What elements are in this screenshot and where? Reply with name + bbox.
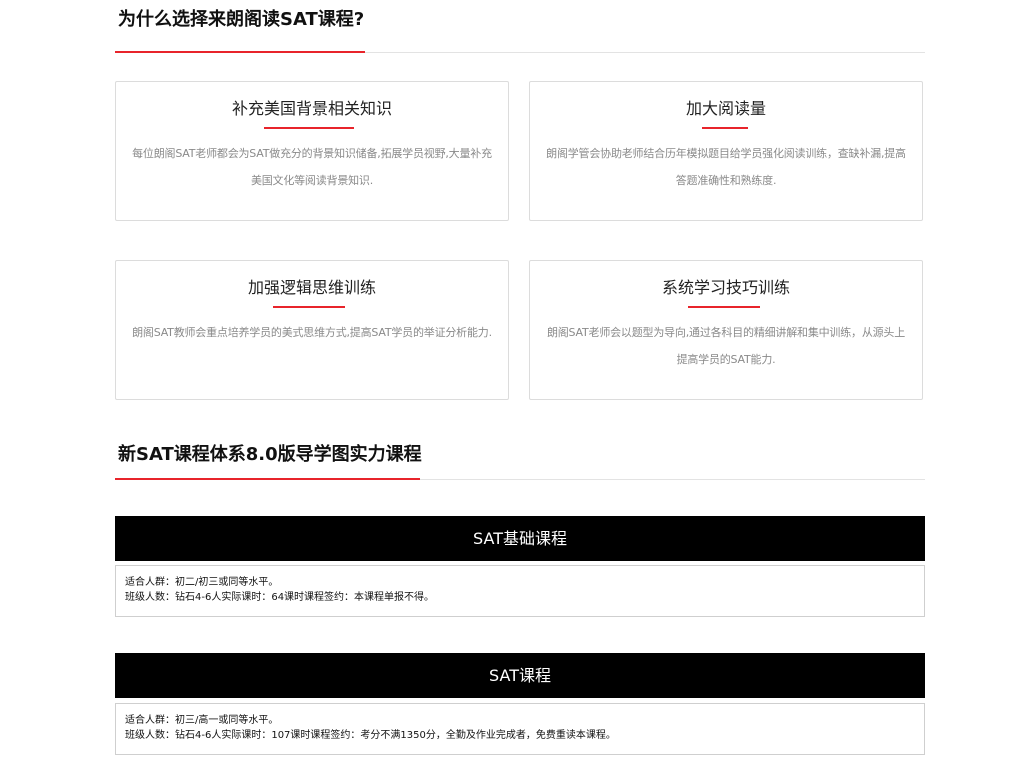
feature-card-title: 补充美国背景相关知识: [231, 99, 392, 118]
section-title: 为什么选择来朗阁读SAT课程?: [118, 9, 365, 30]
feature-card-desc: 朗阁学管会协助老师结合历年模拟题目给学员强化阅读训练，查缺补漏,提高答题准确性和…: [546, 147, 906, 187]
feature-card-desc: 每位朗阁SAT老师都会为SAT做充分的背景知识储备,拓展学员视野,大量补充美国文…: [132, 147, 492, 187]
course-class-info: 班级人数：钻石4-6人实际课时：107课时课程签约：考分不满1350分，全勤及作…: [125, 730, 616, 741]
feature-card-title: 系统学习技巧训练: [661, 278, 790, 297]
course-audience: 适合人群：初三/高一或同等水平。: [125, 715, 279, 726]
course-header-basic[interactable]: SAT基础课程: [115, 516, 925, 561]
feature-card-rule: [702, 127, 748, 129]
feature-card-title: 加大阅读量: [685, 99, 766, 118]
feature-card-skills: 系统学习技巧训练 朗阁SAT老师会以题型为导向,通过各科目的精细讲解和集中训练，…: [529, 260, 923, 400]
course-audience: 适合人群：初二/初三或同等水平。: [125, 577, 279, 588]
page: 为什么选择来朗阁读SAT课程? 补充美国背景相关知识 每位朗阁SAT老师都会为S…: [0, 0, 1012, 774]
section-heading-why: 为什么选择来朗阁读SAT课程?: [115, 8, 925, 53]
feature-card-rule: [273, 306, 345, 308]
section-title: 新SAT课程体系8.0版导学图实力课程: [118, 444, 422, 465]
feature-card-reading: 加大阅读量 朗阁学管会协助老师结合历年模拟题目给学员强化阅读训练，查缺补漏,提高…: [529, 81, 923, 221]
course-class-info: 班级人数：钻石4-6人实际课时：64课时课程签约：本课程单报不得。: [125, 592, 435, 603]
course-header-sat[interactable]: SAT课程: [115, 653, 925, 698]
feature-card-title: 加强逻辑思维训练: [247, 278, 376, 297]
feature-card-background: 补充美国背景相关知识 每位朗阁SAT老师都会为SAT做充分的背景知识储备,拓展学…: [115, 81, 509, 221]
feature-card-logic: 加强逻辑思维训练 朗阁SAT教师会重点培养学员的美式思维方式,提高SAT学员的举…: [115, 260, 509, 400]
course-details-sat: 适合人群：初三/高一或同等水平。 班级人数：钻石4-6人实际课时：107课时课程…: [115, 703, 925, 755]
feature-card-rule: [688, 306, 760, 308]
section-title-underline: [115, 478, 420, 480]
section-title-underline: [115, 51, 365, 53]
feature-card-desc: 朗阁SAT老师会以题型为导向,通过各科目的精细讲解和集中训练，从源头上提高学员的…: [546, 326, 906, 366]
section-heading-courses: 新SAT课程体系8.0版导学图实力课程: [115, 443, 925, 480]
feature-card-rule: [264, 127, 354, 129]
course-details-basic: 适合人群：初二/初三或同等水平。 班级人数：钻石4-6人实际课时：64课时课程签…: [115, 565, 925, 617]
feature-card-desc: 朗阁SAT教师会重点培养学员的美式思维方式,提高SAT学员的举证分析能力.: [132, 326, 492, 339]
